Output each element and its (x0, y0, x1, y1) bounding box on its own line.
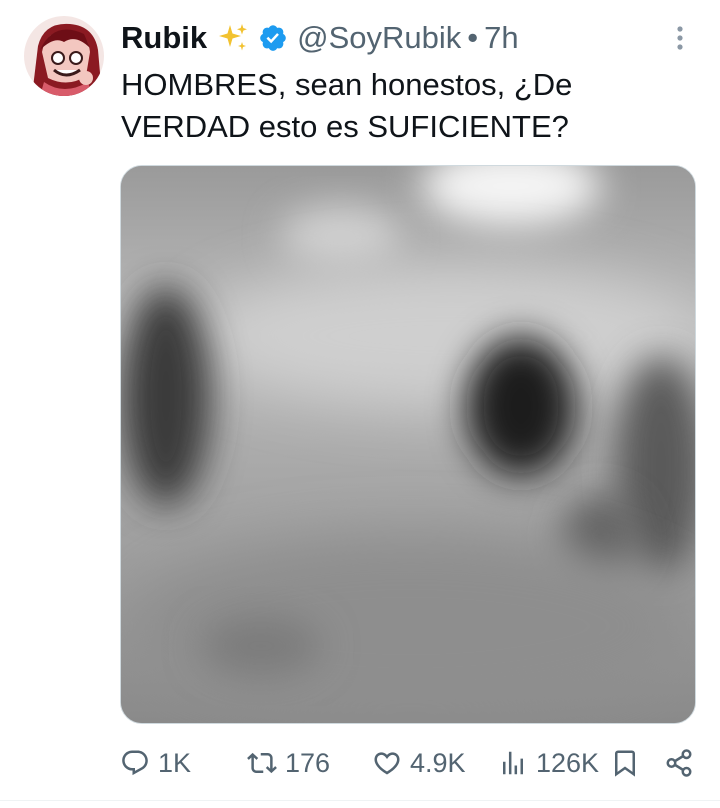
bookmark-button[interactable] (610, 740, 640, 786)
share-button[interactable] (664, 740, 694, 786)
retweet-icon (247, 752, 277, 774)
verified-badge-icon[interactable] (258, 23, 288, 53)
display-name[interactable]: Rubik (121, 20, 207, 56)
more-options-button[interactable] (664, 20, 696, 56)
bookmark-icon (615, 750, 635, 777)
tweet-media[interactable] (120, 165, 696, 724)
analytics-icon (503, 751, 523, 775)
more-vertical-icon (677, 26, 683, 50)
avatar-image (24, 16, 104, 96)
reply-icon (122, 750, 148, 776)
retweet-count: 176 (285, 747, 331, 778)
tweet-text-line: VERDAD esto es SUFICIENTE? (121, 109, 569, 144)
timestamp[interactable]: 7h (484, 20, 518, 56)
user-handle[interactable]: @SoyRubik (297, 20, 461, 56)
tweet-text: HOMBRES, sean honestos, ¿De VERDAD esto … (121, 64, 701, 148)
tweet[interactable]: Rubik @SoyRubik • 7h HOMBRES, sean hones… (0, 0, 720, 808)
avatar[interactable] (24, 16, 104, 96)
reply-count: 1K (158, 747, 192, 778)
blurred-photo (121, 166, 695, 723)
sparkles-icon (216, 21, 250, 55)
views-button[interactable]: 126K (498, 740, 599, 786)
tweet-text-line: HOMBRES, sean honestos, ¿De (121, 67, 573, 102)
retweet-button[interactable]: 176 (247, 740, 330, 786)
like-button[interactable]: 4.9K (372, 740, 466, 786)
tweet-header: Rubik @SoyRubik • 7h (121, 14, 519, 62)
reply-button[interactable]: 1K (120, 740, 191, 786)
views-count: 126K (536, 747, 600, 778)
share-icon (666, 749, 692, 777)
like-count: 4.9K (410, 747, 466, 778)
heart-icon (374, 752, 400, 775)
tweet-actions: 1K 176 4.9K 126K (0, 740, 720, 786)
divider (0, 800, 720, 801)
separator-dot: • (467, 20, 479, 55)
